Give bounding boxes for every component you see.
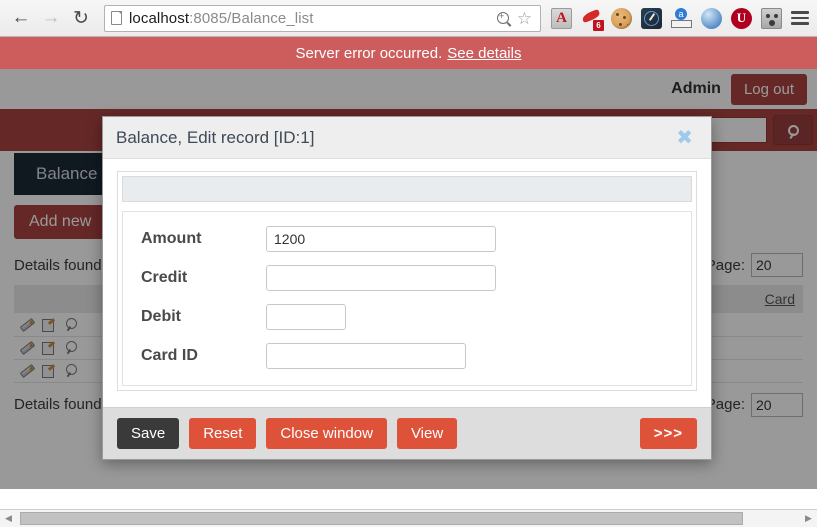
credit-field[interactable]: [266, 265, 496, 291]
hamburger-menu-icon[interactable]: [791, 11, 809, 25]
modal-header: Balance, Edit record [ID:1] ✖: [103, 117, 711, 159]
form-panel: Amount Credit Debit Card ID: [117, 171, 697, 391]
menu-line-3: [791, 22, 809, 25]
reset-button[interactable]: Reset: [189, 418, 257, 449]
view-button[interactable]: View: [396, 418, 458, 449]
amount-field[interactable]: [266, 226, 496, 252]
star-icon[interactable]: ☆: [517, 10, 532, 27]
globe-icon[interactable]: [701, 7, 722, 29]
url-path: :8085/Balance_list: [189, 9, 314, 27]
adobe-acrobat-icon[interactable]: [551, 7, 572, 29]
form-panel-heading: [122, 176, 692, 202]
modal-footer: Save Reset Close window View >>>: [103, 407, 711, 459]
pepper-flash-icon[interactable]: 6: [581, 8, 604, 31]
scrollbar-track[interactable]: [17, 511, 800, 527]
trash-icon[interactable]: [761, 7, 782, 29]
next-button[interactable]: >>>: [639, 418, 697, 449]
card-id-field[interactable]: [266, 343, 466, 369]
save-button[interactable]: Save: [117, 418, 180, 449]
ruler-measure-icon[interactable]: [671, 7, 692, 29]
card-id-label: Card ID: [141, 347, 198, 364]
scroll-left-arrow-icon[interactable]: ◀: [0, 511, 17, 527]
modal-title: Balance, Edit record [ID:1]: [116, 127, 315, 147]
speed-gauge-icon[interactable]: [641, 7, 662, 29]
address-bar[interactable]: localhost:8085/Balance_list ☆: [104, 4, 541, 32]
page-document-icon: [111, 11, 122, 25]
debit-label: Debit: [141, 308, 181, 325]
arrow-right-icon: →: [41, 7, 61, 28]
field-row-card-id: Card ID: [123, 343, 691, 369]
forward-button[interactable]: →: [36, 3, 66, 33]
page-viewport: Server error occurred. See details Admin…: [0, 37, 817, 527]
extension-icons: 6: [547, 7, 789, 31]
see-details-link[interactable]: See details: [447, 45, 521, 62]
close-x-icon[interactable]: ✖: [670, 127, 699, 149]
horizontal-scrollbar[interactable]: ◀ ▶: [0, 509, 817, 527]
modal-body: Amount Credit Debit Card ID: [103, 159, 711, 407]
server-error-banner: Server error occurred. See details: [0, 37, 817, 69]
field-row-debit: Debit: [123, 304, 691, 330]
close-window-button[interactable]: Close window: [266, 418, 387, 449]
pepper-flash-badge: 6: [593, 19, 604, 31]
page-body: Admin Log out Balance Add new Details fo…: [0, 69, 817, 489]
back-button[interactable]: ←: [6, 3, 36, 33]
address-bar-icons: ☆: [496, 10, 534, 27]
reload-icon: ↻: [73, 7, 89, 29]
form-fields-container: Amount Credit Debit Card ID: [122, 211, 692, 386]
url-text: localhost:8085/Balance_list: [129, 10, 314, 27]
reload-button[interactable]: ↻: [66, 3, 96, 33]
scroll-right-arrow-icon[interactable]: ▶: [800, 511, 817, 527]
opera-u-icon[interactable]: [731, 7, 752, 29]
arrow-left-icon: ←: [11, 7, 31, 28]
menu-line-1: [791, 11, 809, 14]
amount-label: Amount: [141, 230, 202, 247]
field-row-amount: Amount: [123, 226, 691, 252]
debit-field[interactable]: [266, 304, 346, 330]
browser-toolbar: ← → ↻ localhost:8085/Balance_list ☆ 6: [0, 0, 817, 37]
menu-line-2: [791, 16, 809, 20]
credit-label: Credit: [141, 269, 188, 286]
edit-record-modal: Balance, Edit record [ID:1] ✖ Amount Cre…: [102, 116, 712, 460]
url-host: localhost: [129, 9, 190, 27]
field-row-credit: Credit: [123, 265, 691, 291]
cookie-manager-icon[interactable]: [611, 7, 632, 29]
scrollbar-thumb[interactable]: [20, 511, 743, 525]
zoom-in-icon[interactable]: [496, 10, 509, 24]
error-message: Server error occurred.: [295, 44, 443, 62]
